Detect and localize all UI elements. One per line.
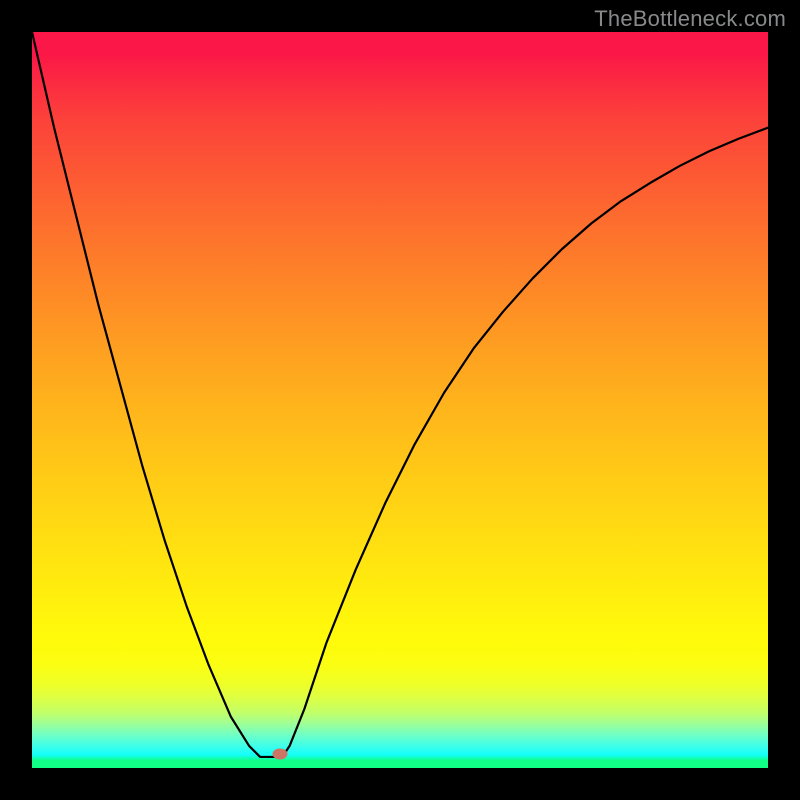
plot-area	[32, 32, 768, 768]
watermark-text: TheBottleneck.com	[594, 6, 786, 32]
chart-frame: TheBottleneck.com	[0, 0, 800, 800]
optimal-point-marker	[273, 749, 288, 760]
bottleneck-curve	[32, 32, 768, 768]
